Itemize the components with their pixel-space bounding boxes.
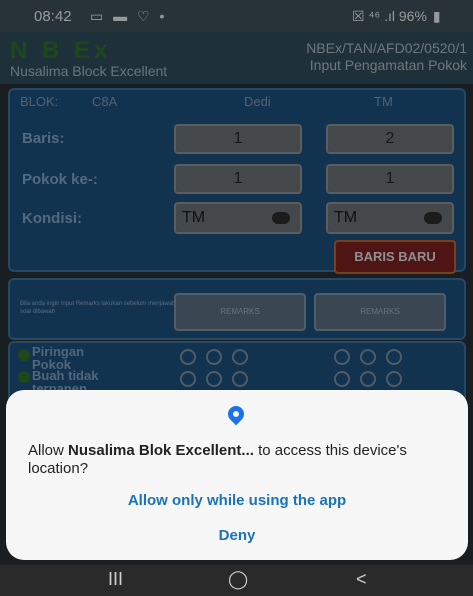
system-nav-bar: III ◯ < [0, 565, 473, 596]
permission-message: Allow Nusalima Blok Excellent... to acce… [28, 442, 458, 478]
allow-while-using-button[interactable]: Allow only while using the app [6, 492, 468, 509]
location-pin-icon [224, 402, 248, 426]
message-prefix: Allow [28, 442, 69, 459]
recent-apps-button[interactable]: III [108, 569, 123, 590]
back-button[interactable]: < [356, 569, 367, 590]
deny-button[interactable]: Deny [6, 527, 468, 544]
home-button[interactable]: ◯ [228, 569, 248, 590]
location-permission-dialog: Allow Nusalima Blok Excellent... to acce… [6, 390, 468, 560]
app-name-bold: Nusalima Blok Excellent... [68, 442, 254, 459]
